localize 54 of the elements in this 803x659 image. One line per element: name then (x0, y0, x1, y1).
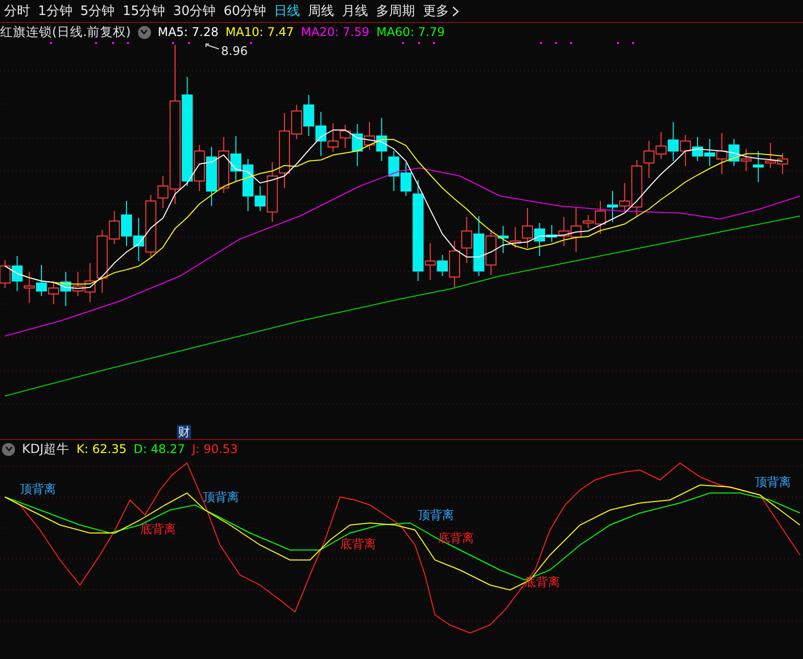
divergence-label: 顶背离 (418, 508, 454, 522)
divergence-label: 底背离 (140, 522, 176, 536)
event-marker[interactable]: 财 (177, 425, 191, 439)
candlestick (36, 264, 47, 296)
period-tab[interactable]: 分时 (2, 0, 36, 22)
stock-title: 红旗连锁(日线.前复权) (0, 24, 131, 40)
period-tab[interactable]: 周线 (306, 0, 340, 22)
kdj-reading: J: 90.53 (192, 442, 238, 456)
candlestick (764, 142, 776, 168)
candlestick (230, 136, 242, 182)
period-tab[interactable]: 月线 (340, 0, 374, 22)
candlestick (473, 216, 484, 276)
period-tab[interactable]: 多周期 (374, 0, 422, 22)
period-tab[interactable]: 60分钟 (222, 0, 272, 22)
candlestick (218, 136, 230, 194)
kdj-reading: D: 48.27 (134, 442, 186, 456)
candlestick (740, 148, 752, 172)
period-tab[interactable]: 30分钟 (171, 0, 222, 22)
candlestick (668, 122, 679, 162)
candlestick (777, 152, 788, 174)
divergence-label: 底背离 (340, 537, 376, 551)
kdj-reading: K: 62.35 (76, 442, 127, 456)
candlestick (121, 200, 132, 246)
candlestick (12, 256, 23, 292)
divergence-label: 底背离 (524, 575, 560, 589)
divergence-label: 顶背离 (755, 475, 791, 489)
candlestick (206, 146, 218, 206)
candlestick (24, 272, 35, 304)
candlestick (692, 136, 704, 162)
chevron-down-icon[interactable] (2, 442, 15, 456)
candlestick (680, 134, 691, 166)
chevron-down-icon[interactable] (138, 26, 151, 38)
divergence-label: 底背离 (438, 531, 474, 545)
ma-reading: MA5: 7.28 (158, 25, 219, 39)
period-tab[interactable]: 1分钟 (36, 0, 78, 22)
ma-reading: MA10: 7.47 (226, 25, 294, 39)
divergence-label: 顶背离 (203, 490, 239, 504)
ma-reading: MA20: 7.59 (300, 25, 370, 39)
indicator-title: KDJ超牛 (22, 440, 70, 458)
period-tab[interactable]: 5分钟 (78, 0, 121, 22)
period-tab[interactable]: 更多 (421, 0, 466, 22)
candlestick (461, 216, 472, 264)
divergence-label: 顶背离 (20, 482, 56, 496)
leader-line (206, 44, 220, 50)
candlestick (607, 190, 618, 222)
chevron-right-icon (452, 6, 460, 16)
period-tab[interactable]: 日线 (272, 0, 306, 22)
candlestick (388, 150, 400, 192)
candlestick (656, 132, 667, 160)
peak-price-label: 8.96 (221, 44, 248, 58)
ma-reading: MA60: 7.79 (376, 25, 445, 39)
candlestick (303, 94, 314, 136)
candlestick (752, 150, 764, 182)
period-tab[interactable]: 15分钟 (120, 0, 172, 22)
